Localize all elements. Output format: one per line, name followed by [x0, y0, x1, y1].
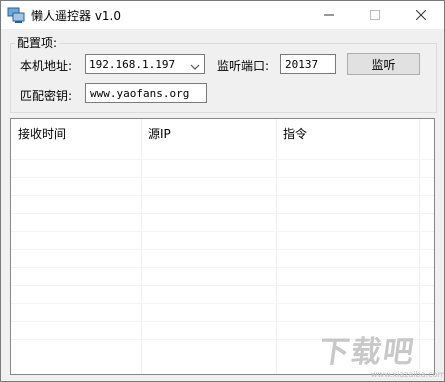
port-value: 20137	[285, 58, 319, 71]
app-window: 懒人遥控器 v1.0 配置项: 本机地址: 192.168.1.197 监听端口…	[0, 0, 445, 382]
local-ip-value: 192.168.1.197	[89, 58, 176, 71]
key-label: 匹配密钥:	[20, 89, 73, 103]
local-ip-select[interactable]: 192.168.1.197	[85, 54, 205, 74]
grid-line	[11, 267, 434, 268]
key-value: www.yaofans.org	[90, 87, 190, 100]
title-bar[interactable]: 懒人遥控器 v1.0	[1, 1, 444, 29]
computer-network-icon	[7, 6, 25, 24]
key-input[interactable]: www.yaofans.org	[85, 83, 207, 103]
chevron-down-icon[interactable]	[190, 60, 200, 74]
minimize-button[interactable]	[306, 1, 352, 29]
grid-line	[11, 177, 434, 178]
listen-button[interactable]: 监听	[347, 53, 420, 75]
local-ip-label: 本机地址:	[20, 59, 73, 73]
grid-line	[11, 285, 434, 286]
port-label: 监听端口:	[217, 59, 270, 73]
grid-line	[11, 159, 434, 160]
grid-line	[11, 321, 434, 322]
grid-line	[11, 249, 434, 250]
column-header-source-ip[interactable]: 源IP	[148, 125, 171, 142]
grid-line	[141, 119, 142, 374]
column-header-command[interactable]: 指令	[283, 125, 307, 142]
grid-line	[11, 195, 434, 196]
column-header-time[interactable]: 接收时间	[18, 125, 66, 142]
close-button[interactable]	[398, 1, 444, 29]
grid-line	[276, 119, 277, 374]
minimize-icon	[324, 14, 334, 16]
window-title: 懒人遥控器 v1.0	[31, 9, 122, 23]
maximize-icon	[370, 10, 380, 20]
maximize-button[interactable]	[352, 1, 398, 29]
port-input[interactable]: 20137	[280, 54, 336, 74]
close-icon	[416, 10, 426, 20]
grid-line	[11, 231, 434, 232]
watermark-url: www.xiazaiba.com	[371, 370, 445, 379]
grid-line	[11, 303, 434, 304]
config-group-label: 配置项:	[15, 34, 60, 51]
grid-line	[11, 213, 434, 214]
